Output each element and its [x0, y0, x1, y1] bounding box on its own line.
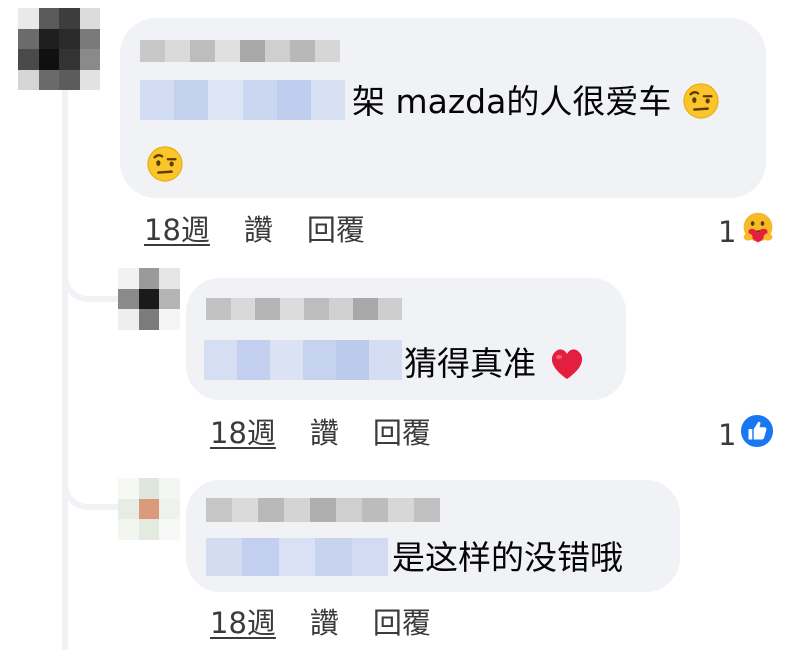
- avatar[interactable]: [18, 8, 100, 90]
- reply-connector: [62, 262, 122, 302]
- comment-text: 猜得真准: [404, 342, 587, 386]
- timestamp-link[interactable]: 18週: [210, 416, 276, 450]
- red-heart-emoji-icon: [547, 344, 587, 382]
- commenter-name-redacted[interactable]: [206, 498, 440, 522]
- mention-redacted[interactable]: [206, 538, 388, 576]
- comment-actions: 18週讚回覆: [210, 606, 431, 640]
- reply-button[interactable]: 回覆: [373, 416, 431, 450]
- commenter-name-redacted[interactable]: [140, 40, 340, 62]
- raised-eyebrow-emoji-icon: [146, 145, 184, 183]
- commenter-name-redacted[interactable]: [206, 298, 402, 320]
- mention-redacted[interactable]: [140, 80, 345, 120]
- comment-text: 是这样的没错哦: [392, 536, 623, 580]
- avatar[interactable]: [118, 478, 180, 540]
- avatar[interactable]: [118, 268, 180, 330]
- like-reaction-icon: [740, 414, 774, 455]
- raised-eyebrow-emoji-icon: [682, 82, 720, 120]
- care-reaction-icon: [740, 210, 776, 253]
- like-button[interactable]: 讚: [244, 213, 273, 247]
- reply-button[interactable]: 回覆: [307, 213, 365, 247]
- mention-redacted[interactable]: [204, 340, 402, 380]
- reaction-count: 1: [718, 417, 737, 452]
- comment-body: 猜得真准: [404, 344, 536, 383]
- reaction-count: 1: [718, 214, 737, 249]
- comment-body: 架 mazda的人很爱车: [352, 82, 672, 121]
- timestamp-link[interactable]: 18週: [210, 606, 276, 640]
- reply-connector: [62, 470, 122, 510]
- comment-actions: 18週讚回覆: [210, 416, 431, 450]
- reply-button[interactable]: 回覆: [373, 606, 431, 640]
- like-button[interactable]: 讚: [310, 606, 339, 640]
- reaction-summary[interactable]: 1: [718, 414, 774, 455]
- like-button[interactable]: 讚: [310, 416, 339, 450]
- thread-line: [62, 80, 68, 650]
- reaction-summary[interactable]: 1: [718, 210, 776, 253]
- timestamp-link[interactable]: 18週: [144, 213, 210, 247]
- comment-body: 是这样的没错哦: [392, 538, 623, 577]
- comment-actions: 18週讚回覆: [144, 213, 365, 247]
- comment-text: 架 mazda的人很爱车: [352, 80, 720, 124]
- comment-text-continued: [146, 140, 184, 184]
